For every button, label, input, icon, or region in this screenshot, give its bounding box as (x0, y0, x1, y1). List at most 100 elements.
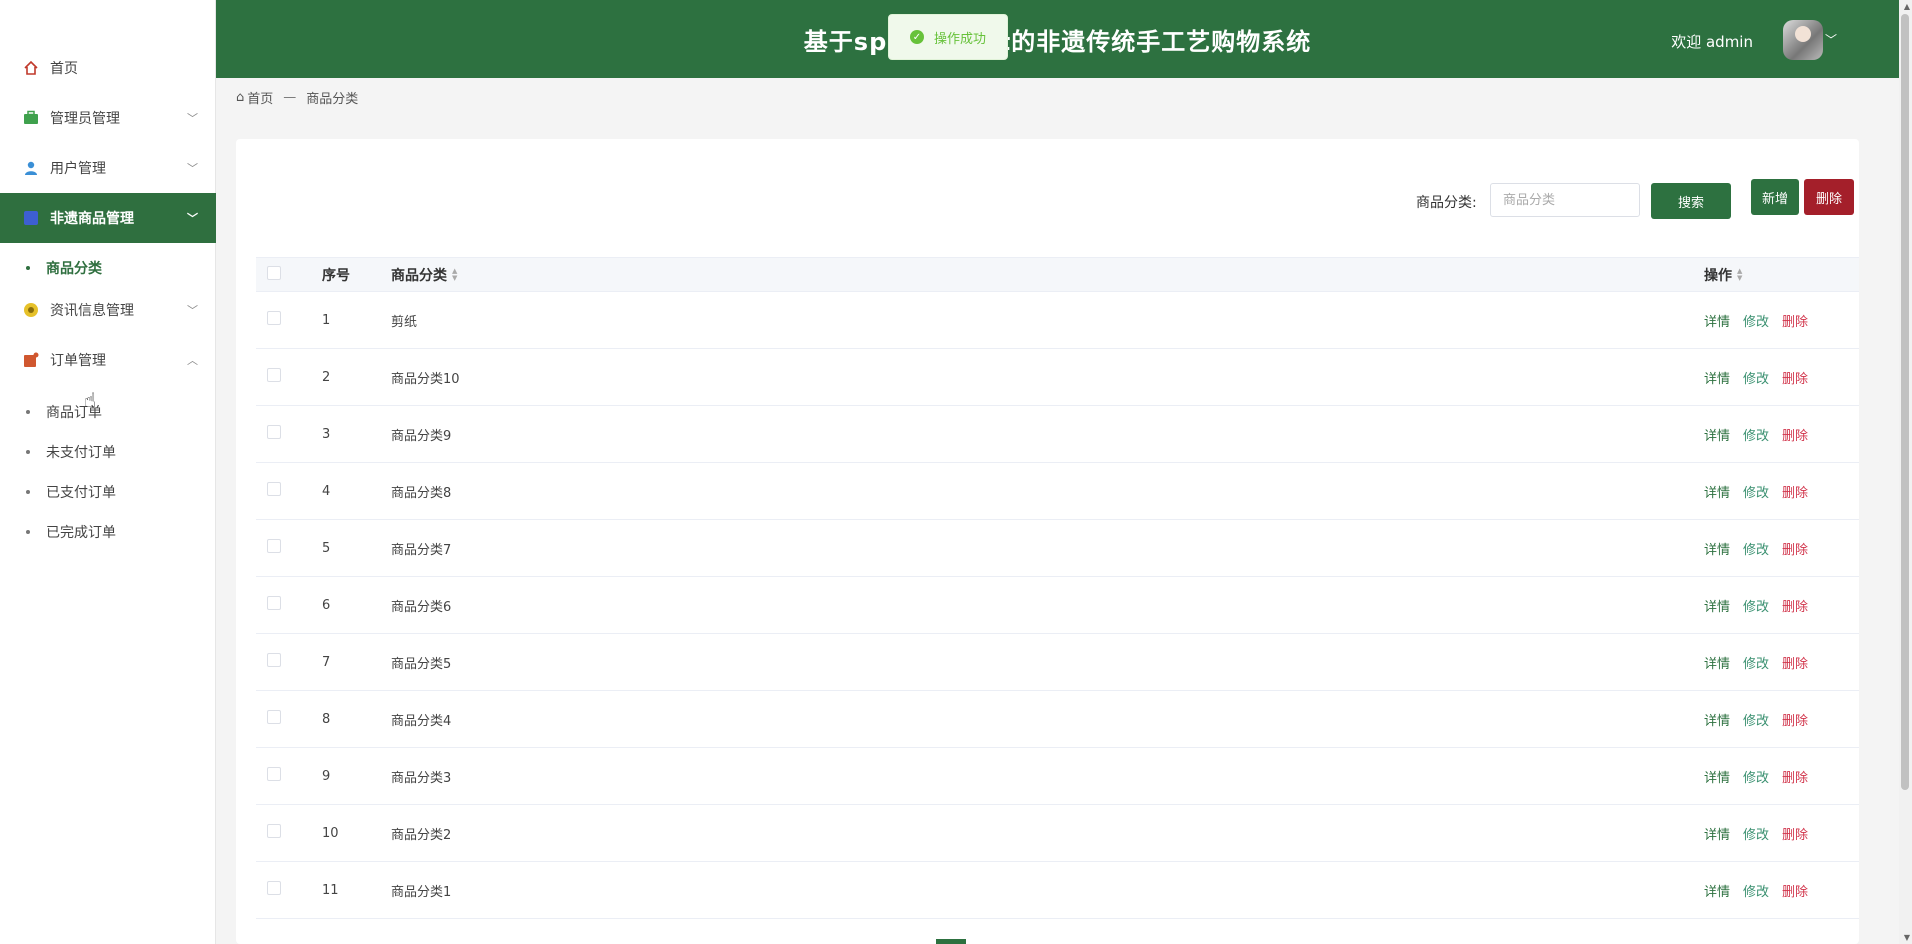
delete-link[interactable]: 删除 (1782, 368, 1808, 387)
column-header-ops[interactable]: 操作 ▲ ▼ (1704, 265, 1859, 285)
row-checkbox[interactable] (267, 539, 281, 553)
sidebar-item-label: 资讯信息管理 (50, 303, 134, 319)
scroll-down-icon[interactable]: ▼ (1904, 933, 1910, 942)
sidebar-subitem-completed-orders[interactable]: 已完成订单 (0, 512, 216, 552)
edit-link[interactable]: 修改 (1743, 368, 1769, 387)
delete-link[interactable]: 删除 (1782, 824, 1808, 843)
row-checkbox[interactable] (267, 482, 281, 496)
chevron-down-icon[interactable]: ﹀ (1825, 31, 1837, 48)
sidebar-item-home[interactable]: 首页 (0, 43, 216, 93)
detail-link[interactable]: 详情 (1704, 539, 1730, 558)
detail-link[interactable]: 详情 (1704, 653, 1730, 672)
sidebar-subitem-label: 商品分类 (46, 261, 102, 277)
edit-link[interactable]: 修改 (1743, 881, 1769, 900)
sidebar-subitem-paid-orders[interactable]: 已支付订单 (0, 472, 216, 512)
table-row: 11 商品分类1 详情 修改 删除 (256, 862, 1859, 919)
detail-link[interactable]: 详情 (1704, 824, 1730, 843)
row-category-name: 商品分类8 (391, 485, 452, 501)
detail-link[interactable]: 详情 (1704, 482, 1730, 501)
batch-delete-button[interactable]: 删除 (1804, 179, 1854, 215)
row-checkbox[interactable] (267, 824, 281, 838)
detail-link[interactable]: 详情 (1704, 881, 1730, 900)
row-checkbox[interactable] (267, 653, 281, 667)
row-category-name: 商品分类3 (391, 770, 452, 786)
scrollbar[interactable]: ▲ ▼ (1899, 0, 1912, 944)
scroll-up-icon[interactable]: ▲ (1904, 2, 1910, 11)
delete-link[interactable]: 删除 (1782, 311, 1808, 330)
sidebar-item-users[interactable]: 用户管理 ﹀ (0, 143, 216, 193)
pagination-current-page[interactable] (936, 939, 966, 944)
edit-link[interactable]: 修改 (1743, 596, 1769, 615)
table-row: 3 商品分类9 详情 修改 删除 (256, 406, 1859, 463)
edit-link[interactable]: 修改 (1743, 653, 1769, 672)
delete-link[interactable]: 删除 (1782, 767, 1808, 786)
chevron-up-icon: ︿ (187, 354, 198, 367)
edit-link[interactable]: 修改 (1743, 824, 1769, 843)
delete-link[interactable]: 删除 (1782, 653, 1808, 672)
breadcrumb-home[interactable]: 首页 (247, 88, 273, 107)
sidebar: 首页 管理员管理 ﹀ 用户管理 ﹀ 非遗商品管理 ﹀ 商品分类 资讯信息管理 ﹀ (0, 0, 216, 944)
select-all-checkbox[interactable] (267, 265, 281, 280)
sidebar-item-orders[interactable]: 订单管理 ︿ (0, 335, 216, 385)
row-index: 6 (322, 597, 331, 613)
delete-link[interactable]: 删除 (1782, 425, 1808, 444)
table-header: 序号 商品分类 ▲ ▼ 操作 ▲ ▼ (256, 258, 1859, 292)
row-checkbox[interactable] (267, 368, 281, 382)
edit-link[interactable]: 修改 (1743, 482, 1769, 501)
row-checkbox[interactable] (267, 425, 281, 439)
delete-link[interactable]: 删除 (1782, 710, 1808, 729)
sidebar-subitem-goods-orders[interactable]: 商品订单 (0, 392, 216, 432)
sidebar-item-admin[interactable]: 管理员管理 ﹀ (0, 93, 216, 143)
bullet-icon (26, 530, 30, 534)
coin-icon (22, 301, 40, 319)
sidebar-subitem-label: 已完成订单 (46, 525, 116, 541)
table-row: 1 剪纸 详情 修改 删除 (256, 292, 1859, 349)
sidebar-item-label: 用户管理 (50, 161, 106, 177)
table-row: 10 商品分类2 详情 修改 删除 (256, 805, 1859, 862)
delete-link[interactable]: 删除 (1782, 881, 1808, 900)
sidebar-item-label: 订单管理 (50, 353, 106, 369)
delete-link[interactable]: 删除 (1782, 539, 1808, 558)
edit-link[interactable]: 修改 (1743, 767, 1769, 786)
sort-icon[interactable]: ▲ ▼ (452, 267, 457, 282)
edit-link[interactable]: 修改 (1743, 425, 1769, 444)
sort-icon[interactable]: ▲ ▼ (1737, 267, 1742, 282)
row-index: 10 (322, 825, 339, 841)
column-header-name[interactable]: 商品分类 ▲ ▼ (391, 265, 1704, 285)
sidebar-item-goods[interactable]: 非遗商品管理 ﹀ (0, 193, 216, 243)
row-checkbox[interactable] (267, 767, 281, 781)
detail-link[interactable]: 详情 (1704, 596, 1730, 615)
check-circle-icon: ✓ (909, 30, 924, 44)
sidebar-subitem-unpaid-orders[interactable]: 未支付订单 (0, 432, 216, 472)
user-icon (22, 159, 40, 177)
home-icon: ⌂ (236, 90, 245, 105)
scroll-thumb[interactable] (1901, 14, 1909, 790)
sidebar-subitem-label: 已支付订单 (46, 485, 116, 501)
avatar[interactable] (1783, 20, 1823, 60)
detail-link[interactable]: 详情 (1704, 368, 1730, 387)
row-checkbox[interactable] (267, 881, 281, 895)
sidebar-item-news[interactable]: 资讯信息管理 ﹀ (0, 285, 216, 335)
row-checkbox[interactable] (267, 596, 281, 610)
column-header-label: 操作 (1704, 267, 1732, 284)
delete-link[interactable]: 删除 (1782, 596, 1808, 615)
row-category-name: 商品分类9 (391, 428, 452, 444)
search-input[interactable] (1490, 183, 1640, 217)
detail-link[interactable]: 详情 (1704, 311, 1730, 330)
add-button[interactable]: 新增 (1751, 179, 1799, 215)
sidebar-item-label: 管理员管理 (50, 111, 120, 127)
row-checkbox[interactable] (267, 710, 281, 724)
detail-link[interactable]: 详情 (1704, 710, 1730, 729)
delete-link[interactable]: 删除 (1782, 482, 1808, 501)
sidebar-subitem-goods-category[interactable]: 商品分类 (0, 248, 216, 288)
detail-link[interactable]: 详情 (1704, 425, 1730, 444)
order-icon (22, 351, 40, 369)
table-row: 8 商品分类4 详情 修改 删除 (256, 691, 1859, 748)
edit-link[interactable]: 修改 (1743, 710, 1769, 729)
search-button[interactable]: 搜索 (1651, 183, 1731, 219)
column-header-index: 序号 (322, 267, 350, 284)
row-checkbox[interactable] (267, 311, 281, 325)
edit-link[interactable]: 修改 (1743, 539, 1769, 558)
edit-link[interactable]: 修改 (1743, 311, 1769, 330)
detail-link[interactable]: 详情 (1704, 767, 1730, 786)
